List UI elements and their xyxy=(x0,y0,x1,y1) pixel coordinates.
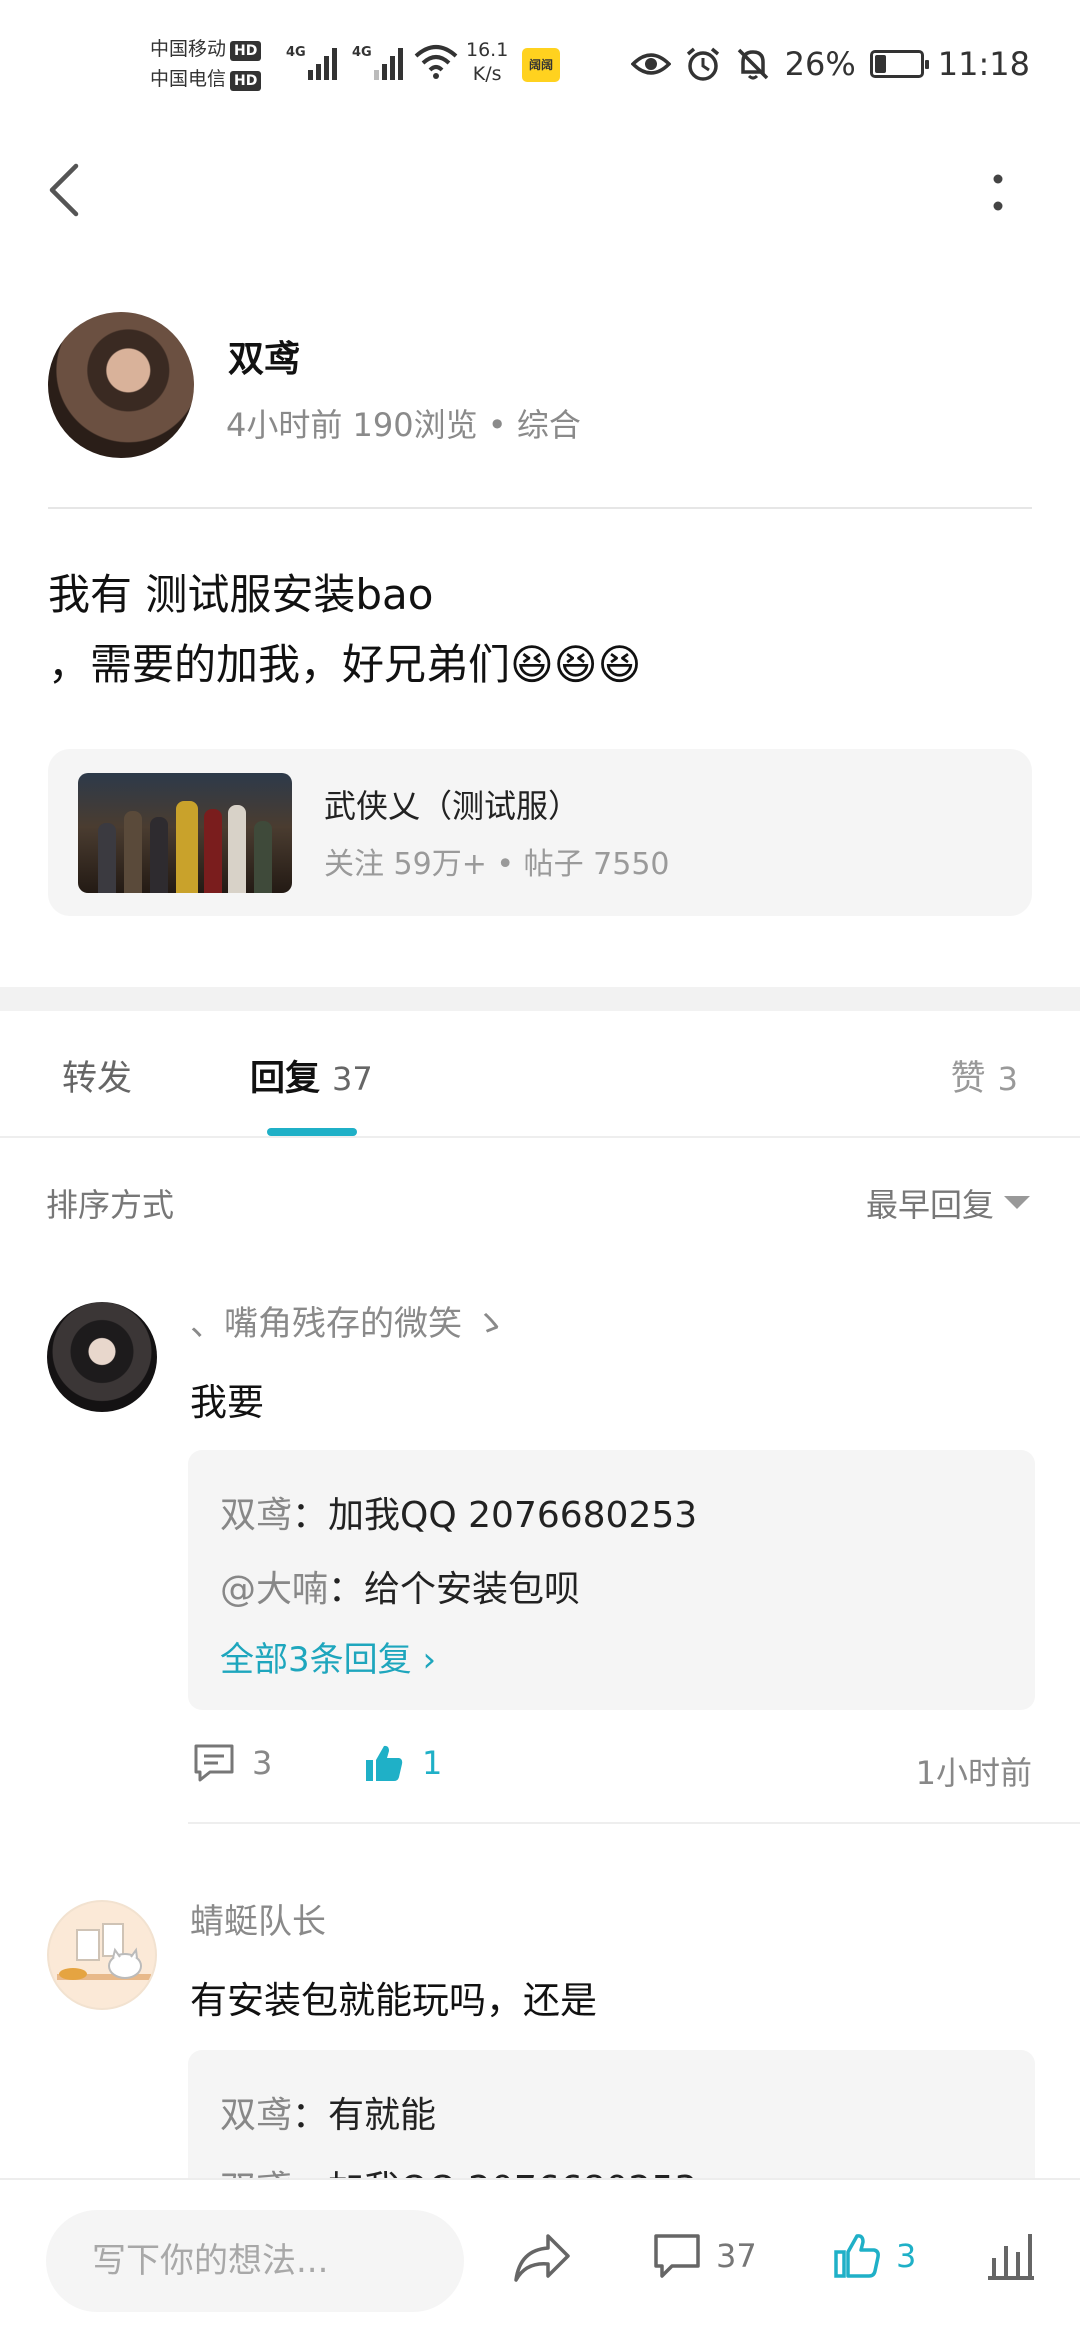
tab-like[interactable]: 赞3 xyxy=(951,1050,1018,1101)
carrier-1: 中国移动 xyxy=(150,38,227,60)
stats-icon[interactable] xyxy=(986,2230,1036,2282)
like-button[interactable]: 1 xyxy=(362,1742,442,1784)
sort-dropdown[interactable]: 最早回复 xyxy=(866,1180,994,1226)
commenter-avatar[interactable] xyxy=(47,1302,157,1412)
carrier-info: 中国移动 HD 中国电信 HD xyxy=(150,34,262,94)
forum-name: 武侠乂（测试服） xyxy=(324,787,581,825)
divider xyxy=(0,1136,1080,1138)
like-tab-count: 3 xyxy=(997,1060,1018,1098)
reply-preview-line: 双鸢：有就能 xyxy=(220,2095,437,2136)
commenter-avatar[interactable] xyxy=(47,1900,157,2010)
reply-count-button[interactable]: 3 xyxy=(192,1742,272,1784)
more-options-icon[interactable] xyxy=(986,168,1010,218)
reply-preview-box[interactable]: 双鸢：加我QQ 2076680253 @大喃：给个安装包呗 全部3条回复 › xyxy=(188,1450,1035,1710)
comment-time: 1小时前 xyxy=(915,1754,1032,1792)
svg-text:4G: 4G xyxy=(286,45,306,60)
battery-percent: 26% xyxy=(784,45,856,83)
post-content: 我有 测试服安装bao ，需要的加我，好兄弟们😆😆😆 xyxy=(48,570,642,689)
forum-card[interactable]: 武侠乂（测试服） 关注 59万+ • 帖子 7550 xyxy=(48,749,1032,916)
view-all-replies-link[interactable]: 全部3条回复 › xyxy=(220,1632,436,1681)
svg-text:4G: 4G xyxy=(352,45,372,60)
network-speed: 16.1 K/s xyxy=(466,39,509,85)
status-right: 26% 11:18 xyxy=(630,44,1030,84)
carrier-2: 中国电信 xyxy=(150,68,227,90)
post-meta: 4小时前 190浏览 • 综合 xyxy=(226,406,581,444)
comment-actions: 3 1 1小时前 xyxy=(192,1742,1032,1802)
section-separator xyxy=(0,987,1080,1011)
share-icon[interactable] xyxy=(512,2230,572,2286)
cat-avatar-icon xyxy=(57,1923,151,1980)
clock: 11:18 xyxy=(937,45,1030,83)
eye-icon xyxy=(630,53,671,75)
author-name[interactable]: 双鸢 xyxy=(228,330,300,382)
forum-thumbnail xyxy=(78,773,292,893)
commenter-name[interactable]: 蜻蜓队长 xyxy=(190,1894,326,1943)
active-tab-indicator xyxy=(267,1128,357,1136)
app-notification-icon: 阔阔 xyxy=(522,48,560,82)
reply-preview-line: 双鸢：加我QQ 2076680253 xyxy=(220,1495,698,1536)
commenter-name[interactable]: 、嘴角残存的微笑 ゝ xyxy=(190,1296,507,1345)
tab-reply[interactable]: 回复 37 xyxy=(250,1050,373,1101)
like-post-button[interactable]: 3 xyxy=(832,2232,916,2280)
comment-text: 有安装包就能玩吗，还是 xyxy=(190,1979,597,2022)
signal-icon-2: 4G xyxy=(352,45,403,80)
tab-forward[interactable]: 转发 xyxy=(62,1050,132,1101)
reply-preview-line: @大喃：给个安装包呗 xyxy=(220,1569,581,1610)
author-avatar[interactable] xyxy=(48,312,194,458)
reply-tab-count: 37 xyxy=(332,1060,373,1098)
comment-text: 我要 xyxy=(190,1381,264,1424)
signal-icon: 4G xyxy=(286,45,337,80)
battery-icon xyxy=(869,50,929,78)
wifi-icon xyxy=(414,45,458,79)
caret-down-icon[interactable] xyxy=(1004,1196,1030,1209)
bell-muted-icon xyxy=(737,48,768,80)
back-arrow-icon[interactable] xyxy=(42,160,86,220)
thumbs-up-icon xyxy=(834,2234,880,2278)
comment-icon xyxy=(654,2234,700,2278)
forum-stats: 关注 59万+ • 帖子 7550 xyxy=(324,847,670,882)
bottom-action-bar: 37 3 xyxy=(0,2178,1080,2340)
sort-label: 排序方式 xyxy=(46,1186,175,1224)
status-bar: 中国移动 HD 中国电信 HD 4G 4G 16.1 K/s 阔阔 26% 11… xyxy=(0,0,1080,130)
thumbs-up-icon xyxy=(366,1745,403,1781)
divider xyxy=(188,1822,1080,1824)
divider xyxy=(48,507,1032,509)
alarm-icon xyxy=(686,47,719,81)
comment-icon xyxy=(194,1744,234,1782)
comment-input[interactable] xyxy=(46,2210,464,2312)
hd-badge: HD xyxy=(230,41,262,61)
comment-count-button[interactable]: 37 xyxy=(652,2232,757,2280)
hd-badge: HD xyxy=(230,71,262,91)
